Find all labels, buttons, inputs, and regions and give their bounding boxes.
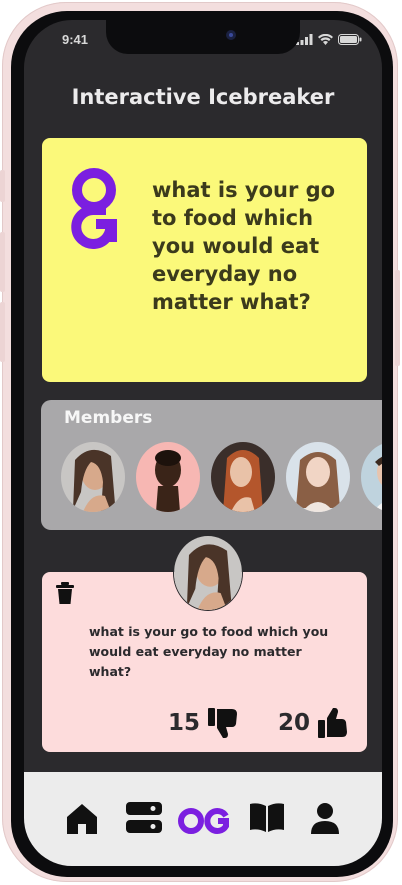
dislike-control[interactable]: 15	[168, 706, 240, 740]
members-label: Members	[64, 408, 153, 428]
member-avatar-3[interactable]	[211, 442, 275, 512]
app-screen: 9:41 Interactive Icebreaker what is your…	[24, 20, 382, 866]
dislike-count: 15	[168, 710, 201, 736]
book-icon[interactable]	[250, 802, 284, 832]
member-avatar-5[interactable]	[361, 442, 382, 512]
home-icon[interactable]	[66, 802, 98, 836]
wifi-icon	[318, 34, 333, 45]
member-avatar-2[interactable]	[136, 442, 200, 512]
battery-icon	[338, 34, 362, 45]
thumbs-up-icon[interactable]	[316, 706, 350, 740]
like-count: 20	[278, 710, 311, 736]
notch	[106, 20, 300, 54]
thumbs-down-icon[interactable]	[206, 706, 240, 740]
power-button	[395, 270, 400, 366]
like-control[interactable]: 20	[278, 706, 350, 740]
list-icon[interactable]	[126, 802, 162, 834]
mute-switch	[0, 170, 5, 202]
post-text: what is your go to food which you would …	[89, 624, 329, 679]
trash-icon[interactable]	[56, 582, 74, 604]
question-text: what is your go to food which you would …	[152, 178, 336, 314]
members-panel: Members	[41, 400, 382, 530]
bottom-tab-bar	[24, 772, 382, 866]
front-camera	[226, 30, 236, 40]
og-logo-icon	[71, 168, 117, 249]
volume-up-button	[0, 232, 5, 292]
post-author-avatar[interactable]	[173, 535, 243, 611]
phone-frame: 9:41 Interactive Icebreaker what is your…	[0, 2, 400, 882]
member-avatar-4[interactable]	[286, 442, 350, 512]
page-title: Interactive Icebreaker	[71, 85, 335, 109]
member-avatar-1[interactable]	[61, 442, 125, 512]
og-logo-icon[interactable]	[178, 806, 230, 836]
status-time: 9:41	[62, 32, 89, 47]
profile-icon[interactable]	[310, 802, 340, 834]
status-icons	[296, 34, 362, 45]
volume-down-button	[0, 302, 5, 362]
question-card[interactable]: what is your go to food which you would …	[42, 138, 367, 382]
